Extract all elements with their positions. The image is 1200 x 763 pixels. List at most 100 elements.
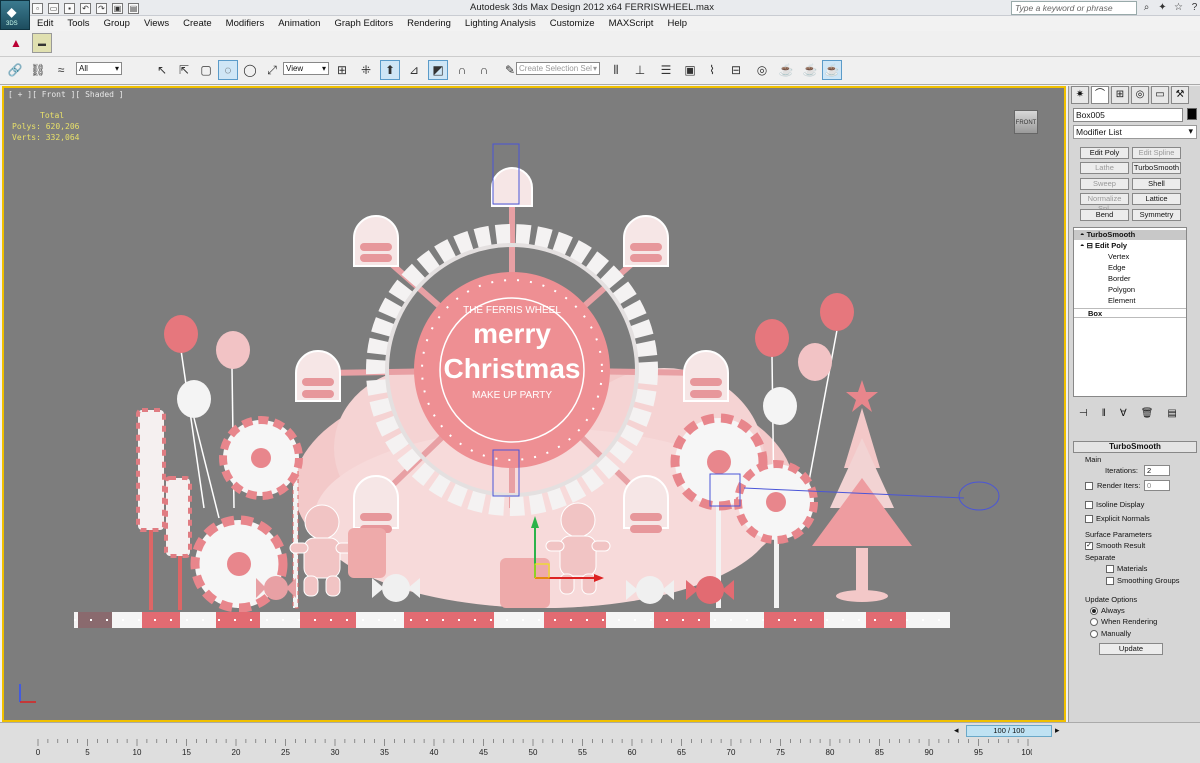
schematic-view-icon[interactable]: ⊟ xyxy=(726,60,746,80)
mirror-icon[interactable]: ⫴ xyxy=(606,60,626,80)
pivot-center-icon[interactable]: ⊞ xyxy=(332,60,352,80)
search-icon[interactable]: ⌕ xyxy=(1140,1,1153,14)
menu-help[interactable]: Help xyxy=(660,18,694,29)
render-iters-spinner[interactable]: 0 xyxy=(1144,480,1170,491)
material-editor-icon[interactable]: ◎ xyxy=(752,60,772,80)
modify-tab-icon[interactable]: ⌒ xyxy=(1091,86,1109,104)
mod-lattice-button[interactable]: Lattice xyxy=(1132,193,1181,205)
stack-item-box[interactable]: Box xyxy=(1074,308,1186,318)
graphite-tools-icon[interactable]: ▣ xyxy=(680,60,700,80)
ribbon-toggle-icon[interactable]: ▬ xyxy=(32,33,52,53)
menu-edit[interactable]: Edit xyxy=(30,18,60,29)
rendered-frame-icon[interactable]: ☕ xyxy=(800,60,820,80)
menu-lighting-analysis[interactable]: Lighting Analysis xyxy=(458,18,543,29)
keyboard-shortcut-icon[interactable]: ⬆ xyxy=(380,60,400,80)
smoothing-groups-checkbox[interactable] xyxy=(1106,577,1114,585)
project-folder-icon[interactable]: ▤ xyxy=(128,2,139,14)
mod-edit-spline-button[interactable]: Edit Spline xyxy=(1132,147,1181,159)
menu-group[interactable]: Group xyxy=(97,18,137,29)
unlink-icon[interactable]: ⛓ xyxy=(28,60,48,80)
undo-icon[interactable]: ↶ xyxy=(80,2,91,14)
named-selection-dropdown[interactable]: Create Selection Sel xyxy=(516,62,600,75)
rectangular-region-icon[interactable]: ▢ xyxy=(196,60,216,80)
bind-space-warp-icon[interactable]: ≈ xyxy=(51,60,71,80)
always-radio[interactable] xyxy=(1090,607,1098,615)
spinner-snap-icon[interactable]: ∩ xyxy=(474,60,494,80)
render-setup-icon[interactable]: ☕ xyxy=(776,60,796,80)
select-rotate-icon[interactable]: ⤢ xyxy=(262,60,282,80)
mod-edit-poly-button[interactable]: Edit Poly xyxy=(1080,147,1129,159)
render-production-icon[interactable]: ☕ xyxy=(822,60,842,80)
show-end-result-icon[interactable]: ‖ xyxy=(1102,408,1106,424)
configure-sets-icon[interactable]: ▤ xyxy=(1167,408,1176,424)
mod-turbosmooth-button[interactable]: TurboSmooth xyxy=(1132,162,1181,174)
object-color-swatch[interactable] xyxy=(1187,108,1197,120)
bulb-icon[interactable]: ◓ xyxy=(1080,230,1085,239)
menu-create[interactable]: Create xyxy=(176,18,219,29)
utilities-tab-icon[interactable]: ⚒ xyxy=(1171,86,1189,104)
menu-animation[interactable]: Animation xyxy=(271,18,327,29)
make-unique-icon[interactable]: ∀ xyxy=(1120,408,1127,424)
stack-subitem-polygon[interactable]: Polygon xyxy=(1074,285,1186,295)
object-name-field[interactable]: Box005 xyxy=(1073,108,1183,122)
mod-normalize-spline-button[interactable]: Normalize Spl. xyxy=(1080,193,1129,213)
redo-icon[interactable]: ↷ xyxy=(96,2,107,14)
hierarchy-tab-icon[interactable]: ⊞ xyxy=(1111,86,1129,104)
explicit-normals-checkbox[interactable] xyxy=(1085,515,1093,523)
stack-item-turbosmooth[interactable]: ◓ TurboSmooth xyxy=(1074,230,1186,240)
hold-icon[interactable]: ▣ xyxy=(112,2,123,14)
new-file-icon[interactable]: ▫ xyxy=(32,2,43,14)
when-rendering-radio[interactable] xyxy=(1090,618,1098,626)
angle-snap-icon[interactable]: ◩ xyxy=(428,60,448,80)
menu-tools[interactable]: Tools xyxy=(60,18,96,29)
select-link-icon[interactable]: 🔗 xyxy=(5,60,25,80)
open-file-icon[interactable]: ▭ xyxy=(48,2,59,14)
help-icon[interactable]: ? xyxy=(1188,1,1200,14)
stack-item-edit-poly[interactable]: ◓ ⊟ Edit Poly xyxy=(1074,241,1186,251)
remove-modifier-icon[interactable]: 🗑 xyxy=(1141,408,1154,424)
isoline-display-checkbox[interactable] xyxy=(1085,501,1093,509)
stack-subitem-vertex[interactable]: Vertex xyxy=(1074,252,1186,262)
motion-tab-icon[interactable]: ◎ xyxy=(1131,86,1149,104)
next-frame-icon[interactable]: ▸ xyxy=(1055,725,1060,736)
percent-snap-icon[interactable]: ∩ xyxy=(452,60,472,80)
subscription-icon[interactable]: ✦ xyxy=(1156,1,1169,14)
turbosmooth-rollout-header[interactable]: TurboSmooth xyxy=(1073,441,1197,453)
curve-editor-icon[interactable]: ⌇ xyxy=(702,60,722,80)
materials-checkbox[interactable] xyxy=(1106,565,1114,573)
stack-subitem-element[interactable]: Element xyxy=(1074,296,1186,306)
display-tab-icon[interactable]: ▭ xyxy=(1151,86,1169,104)
menu-rendering[interactable]: Rendering xyxy=(400,18,458,29)
favorites-icon[interactable]: ☆ xyxy=(1172,1,1185,14)
menu-modifiers[interactable]: Modifiers xyxy=(219,18,272,29)
manually-radio[interactable] xyxy=(1090,630,1098,638)
align-icon[interactable]: ⊥ xyxy=(630,60,650,80)
render-iters-checkbox[interactable] xyxy=(1085,482,1093,490)
select-object-icon[interactable]: ↖ xyxy=(152,60,172,80)
select-move-icon[interactable]: ◯ xyxy=(240,60,260,80)
snaps-toggle-icon[interactable]: ⊿ xyxy=(404,60,424,80)
bulb-icon[interactable]: ◓ xyxy=(1080,241,1085,250)
menu-graph-editors[interactable]: Graph Editors xyxy=(327,18,400,29)
mod-shell-button[interactable]: Shell xyxy=(1132,178,1181,190)
menu-customize[interactable]: Customize xyxy=(543,18,602,29)
time-slider[interactable]: 100 / 100 xyxy=(966,725,1052,737)
mod-lathe-button[interactable]: Lathe xyxy=(1080,162,1129,174)
time-ruler[interactable]: 0 5 10 15 20 25 30 35 40 45 50 55 60 65 70 75 80 85 90 95 10… xyxy=(36,739,1032,763)
app-menu-button[interactable]: ◆ 3DS xyxy=(0,0,30,30)
mod-bend-button[interactable]: Bend xyxy=(1080,209,1129,221)
reference-coordinate-dropdown[interactable]: View xyxy=(283,62,329,75)
create-tab-icon[interactable]: ✷ xyxy=(1071,86,1089,104)
modifier-list-dropdown[interactable]: Modifier List xyxy=(1073,125,1197,139)
stack-subitem-border[interactable]: Border xyxy=(1074,274,1186,284)
mod-symmetry-button[interactable]: Symmetry xyxy=(1132,209,1181,221)
select-manipulate-icon[interactable]: ⁜ xyxy=(356,60,376,80)
expand-icon[interactable]: ⊟ xyxy=(1087,241,1093,250)
modeling-icon[interactable]: ▲ xyxy=(6,33,26,53)
search-input[interactable]: Type a keyword or phrase xyxy=(1011,1,1137,15)
pin-stack-icon[interactable]: ⊣ xyxy=(1079,408,1088,424)
window-crossing-icon[interactable]: ◌ xyxy=(218,60,238,80)
layer-manager-icon[interactable]: ☰ xyxy=(656,60,676,80)
viewport-front[interactable]: [ + ][ Front ][ Shaded ] Total Polys: 62… xyxy=(2,86,1066,722)
iterations-spinner[interactable]: 2 xyxy=(1144,465,1170,476)
